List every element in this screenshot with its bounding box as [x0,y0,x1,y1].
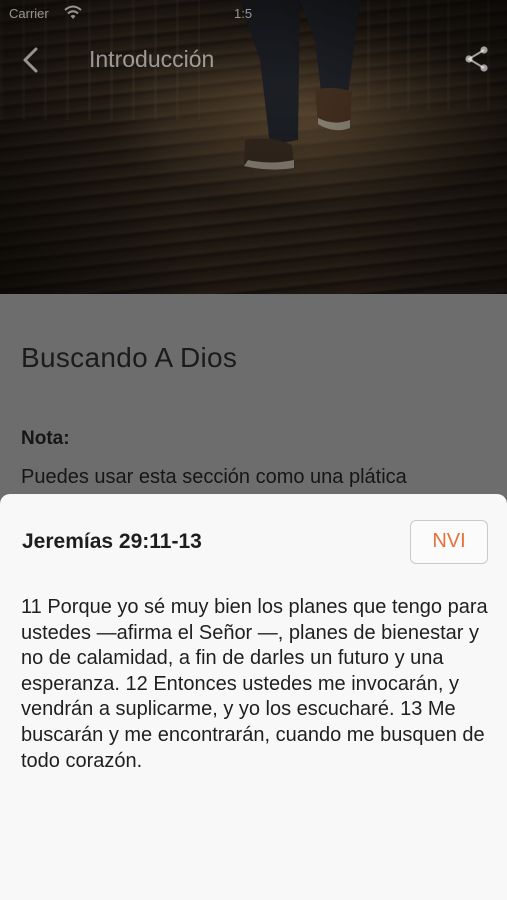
bible-version-button[interactable]: NVI [410,520,488,564]
note-label: Nota: [21,428,70,449]
status-bar: Carrier 1:5 [9,5,498,23]
verse-reference: Jeremías 29:11-13 [22,530,202,553]
lesson-heading: Buscando A Dios [21,342,238,373]
verse-text: 11 Porque yo sé muy bien los planes que … [21,596,488,772]
verse-sheet: Jeremías 29:11-13 NVI 11 Porque yo sé mu… [0,494,507,900]
chevron-left-icon[interactable] [16,44,46,76]
clock: 1:5 [234,6,253,21]
share-icon[interactable] [463,44,491,74]
note-text: Puedes usar esta sección como una plátic… [21,466,407,488]
carrier-label: Carrier [9,6,49,21]
wifi-icon [64,5,82,19]
nav-title: Introducción [89,46,215,72]
navigation-bar: Introducción [0,40,507,80]
